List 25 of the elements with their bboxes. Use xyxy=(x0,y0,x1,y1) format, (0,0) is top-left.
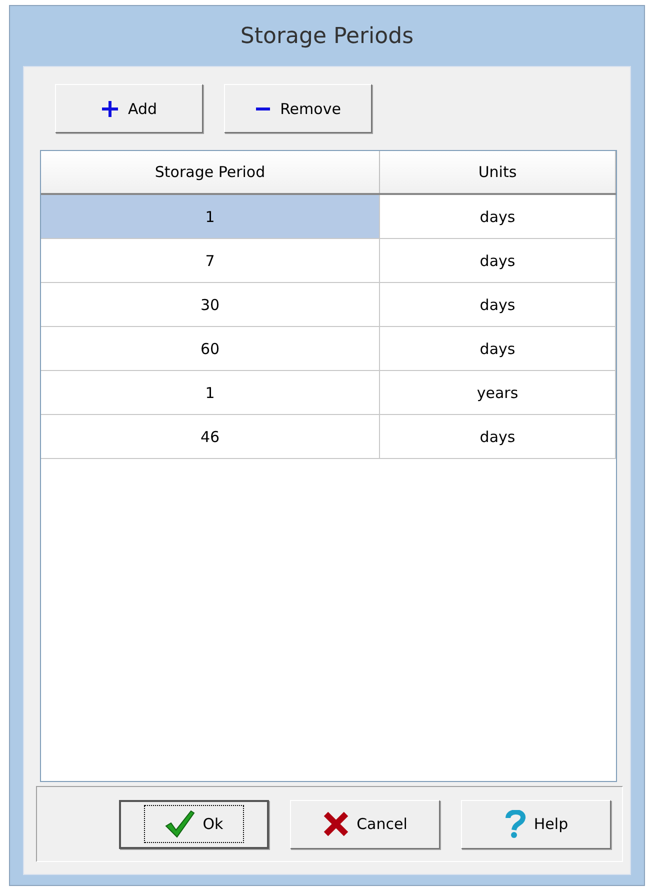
table-cell[interactable]: years xyxy=(380,371,616,415)
table-cell[interactable]: 60 xyxy=(41,327,380,371)
table-cell[interactable]: 7 xyxy=(41,239,380,283)
table-cell[interactable]: days xyxy=(380,415,616,459)
column-header[interactable]: Storage Period xyxy=(41,151,380,193)
table-cell[interactable]: 46 xyxy=(41,415,380,459)
table-cell[interactable]: days xyxy=(380,283,616,327)
x-icon xyxy=(322,811,349,837)
table-cell[interactable]: days xyxy=(380,239,616,283)
table-cell[interactable]: days xyxy=(380,195,616,239)
plus-icon xyxy=(100,100,119,118)
ok-button[interactable]: Ok xyxy=(119,800,269,848)
add-button[interactable]: Add xyxy=(55,84,203,133)
check-icon xyxy=(164,810,195,838)
column-header[interactable]: Units xyxy=(380,151,616,193)
help-button[interactable]: Help xyxy=(461,800,611,848)
cancel-button[interactable]: Cancel xyxy=(290,800,440,848)
remove-button[interactable]: Remove xyxy=(224,84,372,133)
table-cell[interactable]: 30 xyxy=(41,283,380,327)
table-cell[interactable]: days xyxy=(380,327,616,371)
minus-icon xyxy=(255,106,272,112)
table-cell[interactable]: 1 xyxy=(41,371,380,415)
window-title: Storage Periods xyxy=(240,22,414,50)
table-cell[interactable]: 1 xyxy=(41,195,380,239)
question-icon xyxy=(504,810,526,838)
